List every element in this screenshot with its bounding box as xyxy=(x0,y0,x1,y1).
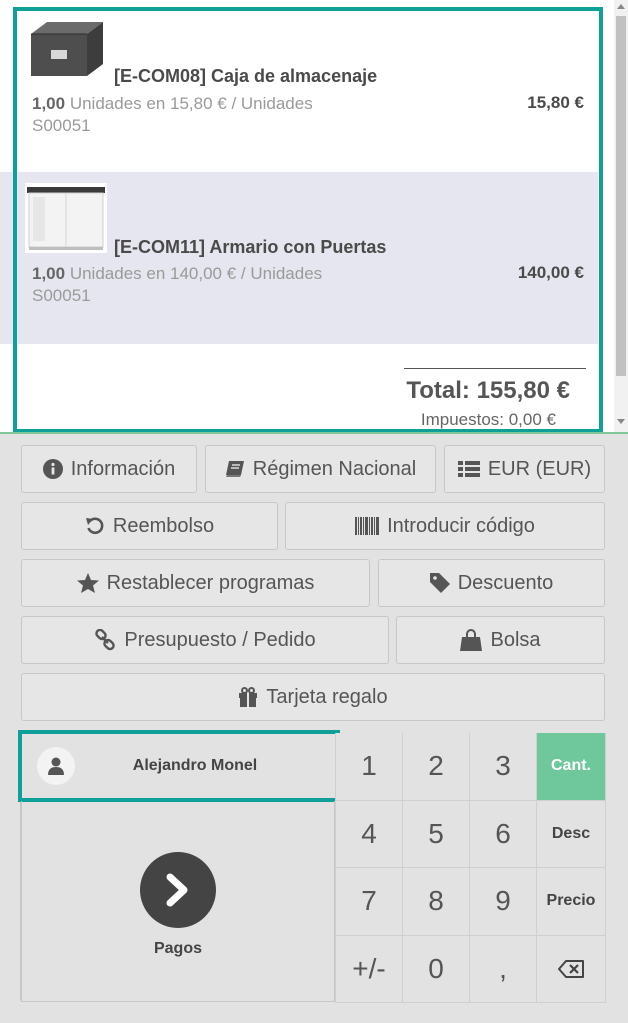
payment-button[interactable]: Pagos xyxy=(21,801,335,1002)
chevron-right-icon xyxy=(166,873,188,907)
numpad-key-6[interactable]: 6 xyxy=(470,800,537,868)
unit-price-text: Unidades en 140,00 € / Unidades xyxy=(65,264,323,283)
scroll-up-arrow-icon[interactable] xyxy=(617,4,625,9)
quantity-value: 1,00 xyxy=(32,264,66,283)
gift-card-label: Tarjeta regalo xyxy=(266,685,388,708)
line-quantity: 1,00 Unidades en 15,80 € / Unidades xyxy=(32,94,313,114)
order-reference: S00051 xyxy=(32,116,91,135)
line-price: 15,80 € xyxy=(527,93,584,112)
list-icon xyxy=(457,461,480,477)
scroll-down-arrow-icon[interactable] xyxy=(617,419,625,424)
line-price: 140,00 € xyxy=(517,263,584,282)
enter-code-button[interactable]: Introducir código xyxy=(285,502,605,550)
reset-programs-button[interactable]: Restablecer programas xyxy=(21,559,370,607)
payment-label: Pagos xyxy=(153,940,202,957)
undo-icon xyxy=(85,517,104,535)
info-button[interactable]: Información xyxy=(21,445,197,493)
numpad-key-3[interactable]: 3 xyxy=(470,733,537,801)
gift-card-button[interactable]: Tarjeta regalo xyxy=(21,673,605,721)
numpad-key-4[interactable]: 4 xyxy=(336,800,403,868)
mode-discount-button[interactable]: Desc xyxy=(537,800,606,868)
order-total: Total: 155,80 € xyxy=(406,377,570,404)
order-taxes: Impuestos: 0,00 € xyxy=(420,410,556,429)
pricelist-button[interactable]: EUR (EUR) xyxy=(444,445,605,493)
enter-code-label: Introducir código xyxy=(387,514,535,537)
customer-name: Alejandro Monel xyxy=(132,757,258,774)
order-lines: [E-COM08] Caja de almacenaje 1,00 Unidad… xyxy=(0,0,612,432)
total-separator xyxy=(404,368,586,369)
line-quantity: 1,00 Unidades en 140,00 € / Unidades xyxy=(32,264,322,284)
discount-label: Descuento xyxy=(457,571,554,594)
barcode-icon xyxy=(355,517,380,535)
reset-programs-label: Restablecer programas xyxy=(106,571,315,594)
cabinet-image xyxy=(25,183,107,253)
discount-button[interactable]: Descuento xyxy=(378,559,605,607)
numpad-key-7[interactable]: 7 xyxy=(336,868,403,936)
fiscal-position-label: Régimen Nacional xyxy=(252,457,417,480)
quotation-order-label: Presupuesto / Pedido xyxy=(124,628,316,651)
storage-box-image xyxy=(25,16,107,86)
mode-price-button[interactable]: Precio xyxy=(537,868,606,936)
customer-avatar xyxy=(37,747,75,785)
product-name: [E-COM11] Armario con Puertas xyxy=(114,237,387,257)
numpad-key-0[interactable]: 0 xyxy=(403,935,470,1003)
refund-button[interactable]: Reembolso xyxy=(21,502,278,550)
tag-icon xyxy=(429,573,450,593)
order-divider xyxy=(0,432,628,434)
numpad-key-2[interactable]: 2 xyxy=(403,733,470,801)
numpad-key-9[interactable]: 9 xyxy=(470,868,537,936)
refund-label: Reembolso xyxy=(112,514,215,537)
fiscal-position-button[interactable]: Régimen Nacional xyxy=(205,445,436,493)
order-line[interactable]: [E-COM08] Caja de almacenaje 1,00 Unidad… xyxy=(0,0,598,172)
info-icon xyxy=(42,459,63,479)
numpad-key-sign[interactable]: +/- xyxy=(336,935,403,1003)
order-line[interactable]: [E-COM11] Armario con Puertas 1,00 Unida… xyxy=(0,172,598,344)
backspace-icon xyxy=(558,959,584,978)
unit-price-text: Unidades en 15,80 € / Unidades xyxy=(65,94,313,113)
quotation-order-button[interactable]: Presupuesto / Pedido xyxy=(21,616,389,664)
book-icon xyxy=(225,461,244,477)
order-reference: S00051 xyxy=(32,286,91,305)
quantity-value: 1,00 xyxy=(32,94,66,113)
star-icon xyxy=(76,573,99,593)
numpad-key-8[interactable]: 8 xyxy=(403,868,470,936)
backspace-button[interactable] xyxy=(537,935,606,1003)
customer-button[interactable]: Alejandro Monel xyxy=(21,733,335,799)
numpad-key-5[interactable]: 5 xyxy=(403,800,470,868)
gift-icon xyxy=(239,687,258,707)
shopping-bag-icon xyxy=(460,629,483,651)
scroll-thumb[interactable] xyxy=(616,16,626,376)
mode-quantity-button[interactable]: Cant. xyxy=(537,733,606,801)
pricelist-label: EUR (EUR) xyxy=(487,457,592,480)
payment-circle[interactable] xyxy=(140,852,216,928)
order-scrollbar[interactable] xyxy=(614,0,628,432)
product-name: [E-COM08] Caja de almacenaje xyxy=(114,66,378,86)
bag-label: Bolsa xyxy=(490,628,541,651)
info-label: Información xyxy=(70,457,176,480)
bag-button[interactable]: Bolsa xyxy=(396,616,605,664)
numpad-key-decimal[interactable]: , xyxy=(470,935,537,1003)
order-container: [E-COM08] Caja de almacenaje 1,00 Unidad… xyxy=(0,0,628,432)
link-icon xyxy=(95,629,116,651)
numpad: 1 2 3 Cant. 4 5 6 Desc 7 8 9 Precio +/- … xyxy=(335,733,606,1003)
user-icon xyxy=(48,757,64,775)
numpad-key-1[interactable]: 1 xyxy=(336,733,403,801)
